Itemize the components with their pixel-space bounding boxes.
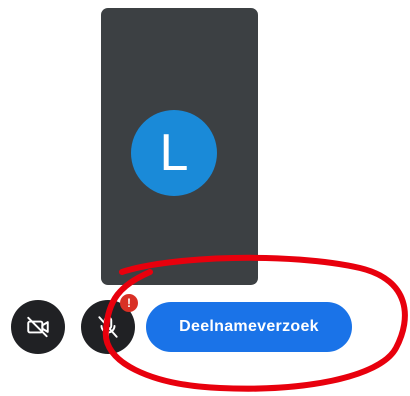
microphone-alert-badge: !: [120, 294, 138, 312]
avatar: L: [131, 110, 217, 196]
meeting-preview-screen: L ! Deelnameverzoek: [0, 0, 410, 396]
camera-toggle-button[interactable]: [11, 300, 65, 354]
mic-off-icon: [98, 316, 118, 338]
self-preview-tile: L: [101, 8, 258, 285]
camera-off-icon: [27, 316, 49, 338]
join-request-button[interactable]: Deelnameverzoek: [146, 302, 352, 352]
